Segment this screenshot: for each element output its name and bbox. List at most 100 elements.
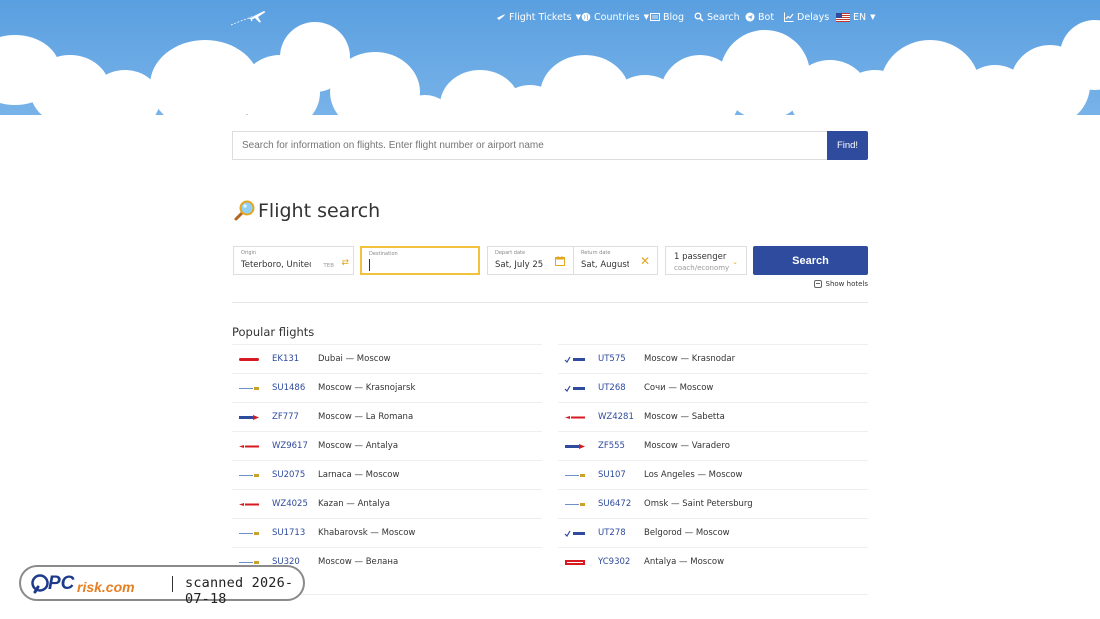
nav-countries[interactable]: Countries ▼ [581, 9, 649, 25]
flight-route-link[interactable]: Khabarovsk — Moscow [318, 528, 415, 538]
sky-header: Flight Tickets ▼ Countries ▼ Blog Search B… [0, 0, 1100, 135]
flight-route-link[interactable]: Los Angeles — Moscow [644, 470, 742, 480]
close-icon[interactable]: ✕ [640, 255, 650, 267]
flight-number-link[interactable]: YC9302 [598, 557, 630, 567]
flight-route-link[interactable]: Omsk — Saint Petersburg [644, 499, 753, 509]
flight-number-link[interactable]: SU107 [598, 470, 626, 480]
divider [232, 302, 868, 303]
passengers-field[interactable]: 1 passenger coach/economy ⌄ [665, 246, 747, 275]
depart-label: Depart date [495, 250, 526, 256]
flight-row[interactable]: WZ9617 Moscow — Antalya [232, 431, 542, 460]
flight-number-link[interactable]: UT278 [598, 528, 626, 538]
globe-icon [581, 12, 591, 22]
flight-route-link[interactable]: Moscow — Krasnodar [644, 354, 735, 364]
page-title-text: Flight search [258, 200, 381, 222]
nav-flight-tickets[interactable]: Flight Tickets ▼ [496, 9, 581, 25]
flight-route-link[interactable]: Kazan — Antalya [318, 499, 390, 509]
flight-route-link[interactable]: Moscow — La Romana [318, 412, 413, 422]
pcrisk-logo-icon: PC risk.com [31, 573, 135, 595]
aeroflot-logo-icon [565, 474, 585, 477]
cabin-class: coach/economy [674, 264, 730, 272]
flight-route-link[interactable]: Moscow — Krasnojarsk [318, 383, 415, 393]
flight-route-link[interactable]: Moscow — Sabetta [644, 412, 725, 422]
flight-row[interactable]: SU6472 Omsk — Saint Petersburg [558, 489, 868, 518]
flight-route-link[interactable]: Сочи — Moscow [644, 383, 713, 393]
nav-language[interactable]: EN ▼ [836, 9, 876, 25]
caret-down-icon: ▼ [870, 13, 876, 21]
flight-route-link[interactable]: Larnaca — Moscow [318, 470, 399, 480]
return-date-field[interactable]: Return date Sat, August 1 ✕ [573, 246, 658, 275]
flight-row[interactable]: EK131 Dubai — Moscow [232, 344, 542, 373]
flight-number-link[interactable]: SU6472 [598, 499, 631, 509]
flight-row[interactable]: SU2075 Larnaca — Moscow [232, 460, 542, 489]
origin-label: Origin [241, 250, 257, 256]
nav-search[interactable]: Search [694, 9, 740, 25]
pcrisk-watermark: PC risk.com scanned 2026-07-18 [19, 565, 305, 607]
nav-delays[interactable]: Delays [784, 9, 829, 25]
calendar-icon[interactable] [555, 256, 565, 266]
aeroflot-logo-icon [239, 387, 259, 390]
telegram-icon [745, 12, 755, 22]
search-button[interactable]: Search [753, 246, 868, 275]
origin-field[interactable]: Origin Teterboro, United States TEB ⇄ [233, 246, 354, 275]
flight-route-link[interactable]: Moscow — Велана [318, 557, 398, 567]
azur-logo-icon [565, 444, 585, 449]
flight-number-link[interactable]: SU1486 [272, 383, 305, 393]
flight-number-link[interactable]: ZF777 [272, 412, 299, 422]
popular-flights-right: UT575 Moscow — Krasnodar UT268 Сочи — Mosco… [558, 344, 868, 576]
nav-blog[interactable]: Blog [650, 9, 684, 25]
flight-route-link[interactable]: Dubai — Moscow [318, 354, 391, 364]
flight-row[interactable]: YC9302 Antalya — Moscow [558, 547, 868, 576]
destination-field[interactable]: Destination [360, 246, 480, 275]
nav-label: Search [707, 11, 740, 23]
flight-number-link[interactable]: EK131 [272, 354, 299, 364]
flight-number-link[interactable]: SU2075 [272, 470, 305, 480]
divider [232, 594, 868, 595]
flight-row[interactable]: ZF777 Moscow — La Romana [232, 402, 542, 431]
flight-number-link[interactable]: ZF555 [598, 441, 625, 451]
flight-row[interactable]: SU107 Los Angeles — Moscow [558, 460, 868, 489]
text-cursor [369, 259, 370, 271]
nav-bot[interactable]: Bot [745, 9, 774, 25]
flight-number-link[interactable]: UT575 [598, 354, 626, 364]
show-hotels-toggle[interactable]: Show hotels [813, 280, 868, 288]
flight-row[interactable]: ZF555 Moscow — Varadero [558, 431, 868, 460]
nav-label: Delays [797, 11, 830, 23]
flight-row[interactable]: SU1486 Moscow — Krasnojarsk [232, 373, 542, 402]
flight-info-search-input[interactable] [232, 131, 827, 160]
newspaper-icon [650, 13, 660, 21]
flight-route-link[interactable]: Belgorod — Moscow [644, 528, 730, 538]
aeroflot-logo-icon [239, 474, 259, 477]
flight-number-link[interactable]: WZ4025 [272, 499, 308, 509]
depart-date-field[interactable]: Depart date Sat, July 25 [487, 246, 574, 275]
flight-row[interactable]: WZ4025 Kazan — Antalya [232, 489, 542, 518]
emirates-logo-icon [239, 358, 259, 361]
flight-row[interactable]: UT268 Сочи — Moscow [558, 373, 868, 402]
flight-number-link[interactable]: WZ4281 [598, 412, 634, 422]
chevron-down-icon: ⌄ [732, 258, 738, 266]
return-value: Sat, August 1 [581, 260, 629, 270]
flight-route-link[interactable]: Antalya — Moscow [644, 557, 724, 567]
redwings-logo-icon [565, 416, 585, 419]
flight-row[interactable]: UT278 Belgorod — Moscow [558, 518, 868, 547]
flight-number-link[interactable]: WZ9617 [272, 441, 308, 451]
popular-flights-left: EK131 Dubai — Moscow SU1486 Moscow — Krasno… [232, 344, 542, 576]
flight-row[interactable]: SU1713 Khabarovsk — Moscow [232, 518, 542, 547]
flight-route-link[interactable]: Moscow — Varadero [644, 441, 730, 451]
magnifier-icon [234, 200, 255, 221]
swap-icon[interactable]: ⇄ [341, 258, 349, 268]
page-title: Flight search [232, 198, 380, 224]
nav-label: EN [853, 11, 867, 23]
plane-icon [497, 14, 505, 20]
flight-number-link[interactable]: SU1713 [272, 528, 305, 538]
flight-number-link[interactable]: UT268 [598, 383, 626, 393]
azur-logo-icon [239, 415, 259, 420]
find-button[interactable]: Find! [827, 131, 868, 160]
flight-row[interactable]: UT575 Moscow — Krasnodar [558, 344, 868, 373]
divider [172, 576, 173, 592]
flight-route-link[interactable]: Moscow — Antalya [318, 441, 398, 451]
flight-row[interactable]: WZ4281 Moscow — Sabetta [558, 402, 868, 431]
nav-label: Countries [594, 11, 640, 23]
nav-label: Blog [663, 11, 684, 23]
aeroflot-logo-icon [239, 532, 259, 535]
